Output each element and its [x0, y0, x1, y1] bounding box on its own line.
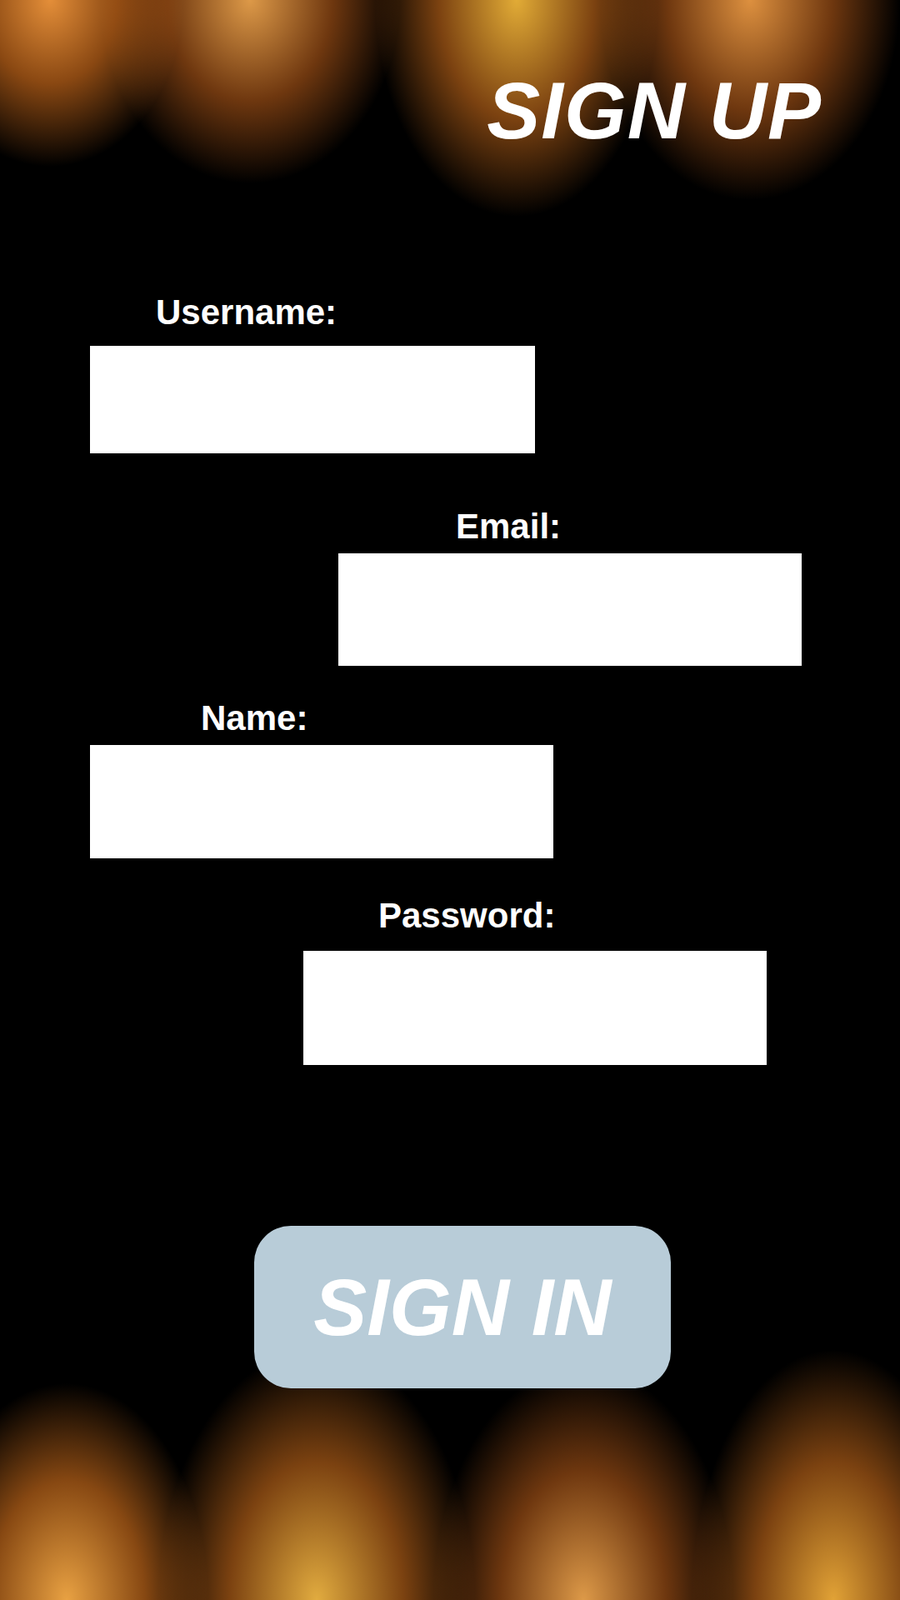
sign-in-button[interactable]: SIGN IN: [254, 1225, 671, 1389]
button-row: SIGN IN: [0, 1225, 900, 1389]
field-input[interactable]: [90, 345, 535, 454]
field-label: Username:: [90, 291, 900, 334]
form-field: Username:: [90, 291, 900, 454]
field-input[interactable]: [90, 745, 554, 859]
field-label: Password:: [303, 895, 900, 937]
field-input[interactable]: [303, 950, 767, 1065]
field-input[interactable]: [338, 553, 802, 666]
page-title: SIGN UP: [486, 66, 900, 155]
title-row: SIGN UP: [0, 66, 900, 155]
form-field: Name:: [90, 697, 900, 858]
field-label: Name:: [90, 697, 900, 740]
form-field: Email:: [338, 505, 900, 666]
form-field: Password:: [303, 895, 900, 1065]
signup-form: SIGN UP Username: Email: Name: Password: SIGN…: [0, 0, 900, 1389]
field-label: Email:: [338, 505, 900, 548]
